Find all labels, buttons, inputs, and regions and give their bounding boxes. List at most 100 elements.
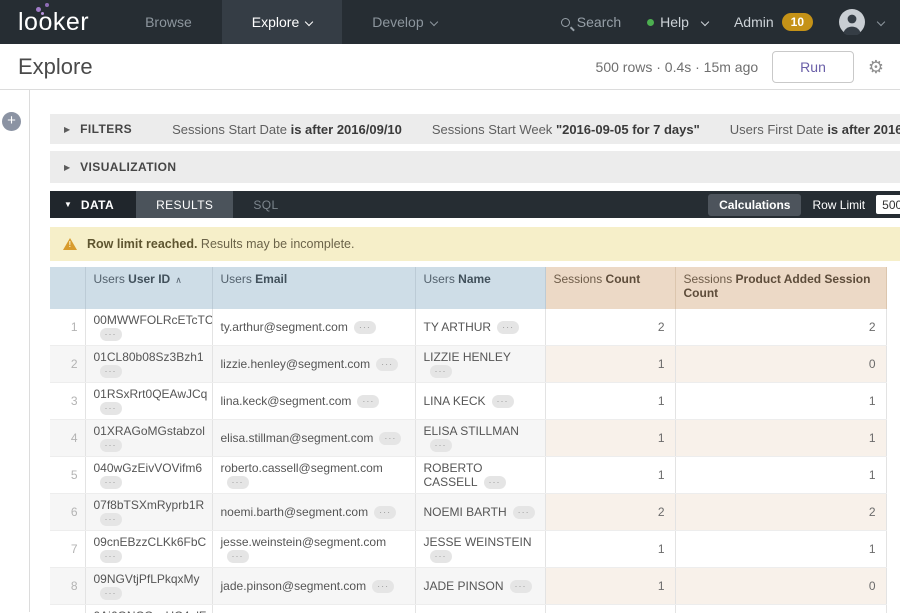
cell-menu-icon[interactable]: ···: [492, 395, 514, 408]
cell-menu-icon[interactable]: ···: [430, 550, 452, 563]
filter-item[interactable]: Sessions Start Week "2016-09-05 for 7 da…: [432, 122, 700, 137]
visualization-bar[interactable]: ▶ VISUALIZATION: [50, 151, 900, 183]
cell-menu-icon[interactable]: ···: [100, 328, 122, 341]
tab-results[interactable]: RESULTS: [136, 191, 233, 218]
measure-cell[interactable]: 2: [545, 494, 675, 531]
measure-cell[interactable]: 1: [545, 457, 675, 494]
table-cell[interactable]: 09NGVtjPfLPkqxMy···: [85, 568, 212, 605]
measure-cell[interactable]: 2: [545, 309, 675, 346]
nav-item-browse[interactable]: Browse: [115, 0, 222, 44]
measure-cell[interactable]: 1: [545, 605, 675, 613]
cell-menu-icon[interactable]: ···: [100, 476, 122, 489]
table-cell[interactable]: lina.keck@segment.com···: [212, 383, 415, 420]
cell-menu-icon[interactable]: ···: [100, 365, 122, 378]
cell-menu-icon[interactable]: ···: [100, 550, 122, 563]
table-row[interactable]: 809NGVtjPfLPkqxMy···jade.pinson@segment.…: [50, 568, 886, 605]
table-cell[interactable]: 00MWWFOLRcETcTCf···: [85, 309, 212, 346]
table-cell[interactable]: 01RSxRrt0QEAwJCq···: [85, 383, 212, 420]
measure-cell[interactable]: 0: [675, 346, 886, 383]
table-row[interactable]: 5040wGzEivVOVifm6···roberto.cassell@segm…: [50, 457, 886, 494]
cell-menu-icon[interactable]: ···: [227, 550, 249, 563]
measure-cell[interactable]: 0: [675, 568, 886, 605]
table-cell[interactable]: NOEMI BARTH···: [415, 494, 545, 531]
nav-search[interactable]: Search: [561, 14, 621, 30]
calculations-button[interactable]: Calculations: [708, 194, 801, 216]
table-cell[interactable]: LIZZIE HENLEY···: [415, 346, 545, 383]
column-header-count[interactable]: Sessions Count: [545, 267, 675, 309]
nav-admin[interactable]: Admin 10: [734, 13, 813, 31]
looker-logo[interactable]: looker: [0, 0, 115, 44]
cell-menu-icon[interactable]: ···: [497, 321, 519, 334]
cell-menu-icon[interactable]: ···: [510, 580, 532, 593]
cell-menu-icon[interactable]: ···: [430, 365, 452, 378]
column-header-name[interactable]: Users Name: [415, 267, 545, 309]
cell-menu-icon[interactable]: ···: [376, 358, 398, 371]
cell-menu-icon[interactable]: ···: [357, 395, 379, 408]
table-cell[interactable]: jade.pinson@segment.com···: [212, 568, 415, 605]
cell-menu-icon[interactable]: ···: [379, 432, 401, 445]
gear-icon[interactable]: ⚙: [868, 58, 884, 76]
measure-cell[interactable]: 1: [545, 420, 675, 457]
measure-cell[interactable]: 1: [545, 568, 675, 605]
table-row[interactable]: 90Ai6GNCGszHC4qlF···jamal.keefe@segment.…: [50, 605, 886, 613]
measure-cell[interactable]: 1: [675, 605, 886, 613]
column-header-email[interactable]: Users Email: [212, 267, 415, 309]
cell-menu-icon[interactable]: ···: [100, 587, 122, 600]
table-row[interactable]: 301RSxRrt0QEAwJCq···lina.keck@segment.co…: [50, 383, 886, 420]
table-cell[interactable]: ROBERTO CASSELL···: [415, 457, 545, 494]
table-row[interactable]: 709cnEBzzCLKk6FbC···jesse.weinstein@segm…: [50, 531, 886, 568]
cell-menu-icon[interactable]: ···: [227, 476, 249, 489]
measure-cell[interactable]: 2: [675, 494, 886, 531]
table-cell[interactable]: JAMAL KEEFE···: [415, 605, 545, 613]
table-cell[interactable]: 01XRAGoMGstabzol···: [85, 420, 212, 457]
table-row[interactable]: 100MWWFOLRcETcTCf···ty.arthur@segment.co…: [50, 309, 886, 346]
column-header-product-added-session-count[interactable]: Sessions Product Added Session Count: [675, 267, 886, 309]
cell-menu-icon[interactable]: ···: [100, 513, 122, 526]
cell-menu-icon[interactable]: ···: [484, 476, 506, 489]
measure-cell[interactable]: 2: [675, 309, 886, 346]
table-cell[interactable]: elisa.stillman@segment.com···: [212, 420, 415, 457]
table-cell[interactable]: 07f8bTSXmRyprb1R···: [85, 494, 212, 531]
user-menu[interactable]: [839, 9, 884, 35]
cell-menu-icon[interactable]: ···: [100, 439, 122, 452]
table-cell[interactable]: LINA KECK···: [415, 383, 545, 420]
data-section-toggle[interactable]: ▼ DATA: [50, 191, 136, 218]
table-cell[interactable]: jamal.keefe@segment.com···: [212, 605, 415, 613]
table-cell[interactable]: jesse.weinstein@segment.com···: [212, 531, 415, 568]
nav-item-develop[interactable]: Develop: [342, 0, 466, 44]
table-cell[interactable]: 040wGzEivVOVifm6···: [85, 457, 212, 494]
table-cell[interactable]: JESSE WEINSTEIN···: [415, 531, 545, 568]
table-row[interactable]: 201CL80b08Sz3Bzh1···lizzie.henley@segmen…: [50, 346, 886, 383]
row-limit-input[interactable]: [876, 195, 900, 214]
table-cell[interactable]: JADE PINSON···: [415, 568, 545, 605]
table-cell[interactable]: noemi.barth@segment.com···: [212, 494, 415, 531]
table-cell[interactable]: TY ARTHUR···: [415, 309, 545, 346]
measure-cell[interactable]: 1: [545, 346, 675, 383]
cell-menu-icon[interactable]: ···: [372, 580, 394, 593]
table-cell[interactable]: 09cnEBzzCLKk6FbC···: [85, 531, 212, 568]
measure-cell[interactable]: 1: [675, 457, 886, 494]
table-cell[interactable]: ty.arthur@segment.com···: [212, 309, 415, 346]
table-row[interactable]: 607f8bTSXmRyprb1R···noemi.barth@segment.…: [50, 494, 886, 531]
column-header-user-id[interactable]: Users User ID∧: [85, 267, 212, 309]
table-cell[interactable]: 0Ai6GNCGszHC4qlF···: [85, 605, 212, 613]
nav-item-explore[interactable]: Explore: [222, 0, 342, 44]
filter-item[interactable]: Sessions Start Date is after 2016/09/10: [172, 122, 402, 137]
cell-menu-icon[interactable]: ···: [513, 506, 535, 519]
cell-menu-icon[interactable]: ···: [374, 506, 396, 519]
measure-cell[interactable]: 1: [675, 531, 886, 568]
table-row[interactable]: 401XRAGoMGstabzol···elisa.stillman@segme…: [50, 420, 886, 457]
cell-menu-icon[interactable]: ···: [354, 321, 376, 334]
add-button[interactable]: +: [2, 112, 21, 131]
measure-cell[interactable]: 1: [545, 383, 675, 420]
run-button[interactable]: Run: [772, 51, 854, 83]
measure-cell[interactable]: 1: [675, 420, 886, 457]
table-cell[interactable]: roberto.cassell@segment.com···: [212, 457, 415, 494]
measure-cell[interactable]: 1: [545, 531, 675, 568]
filters-bar[interactable]: ▶ FILTERS Sessions Start Date is after 2…: [50, 114, 900, 144]
filter-item[interactable]: Users First Date is after 2016/09/10: [730, 122, 900, 137]
nav-help[interactable]: Help: [647, 14, 708, 30]
table-cell[interactable]: lizzie.henley@segment.com···: [212, 346, 415, 383]
measure-cell[interactable]: 1: [675, 383, 886, 420]
table-cell[interactable]: 01CL80b08Sz3Bzh1···: [85, 346, 212, 383]
